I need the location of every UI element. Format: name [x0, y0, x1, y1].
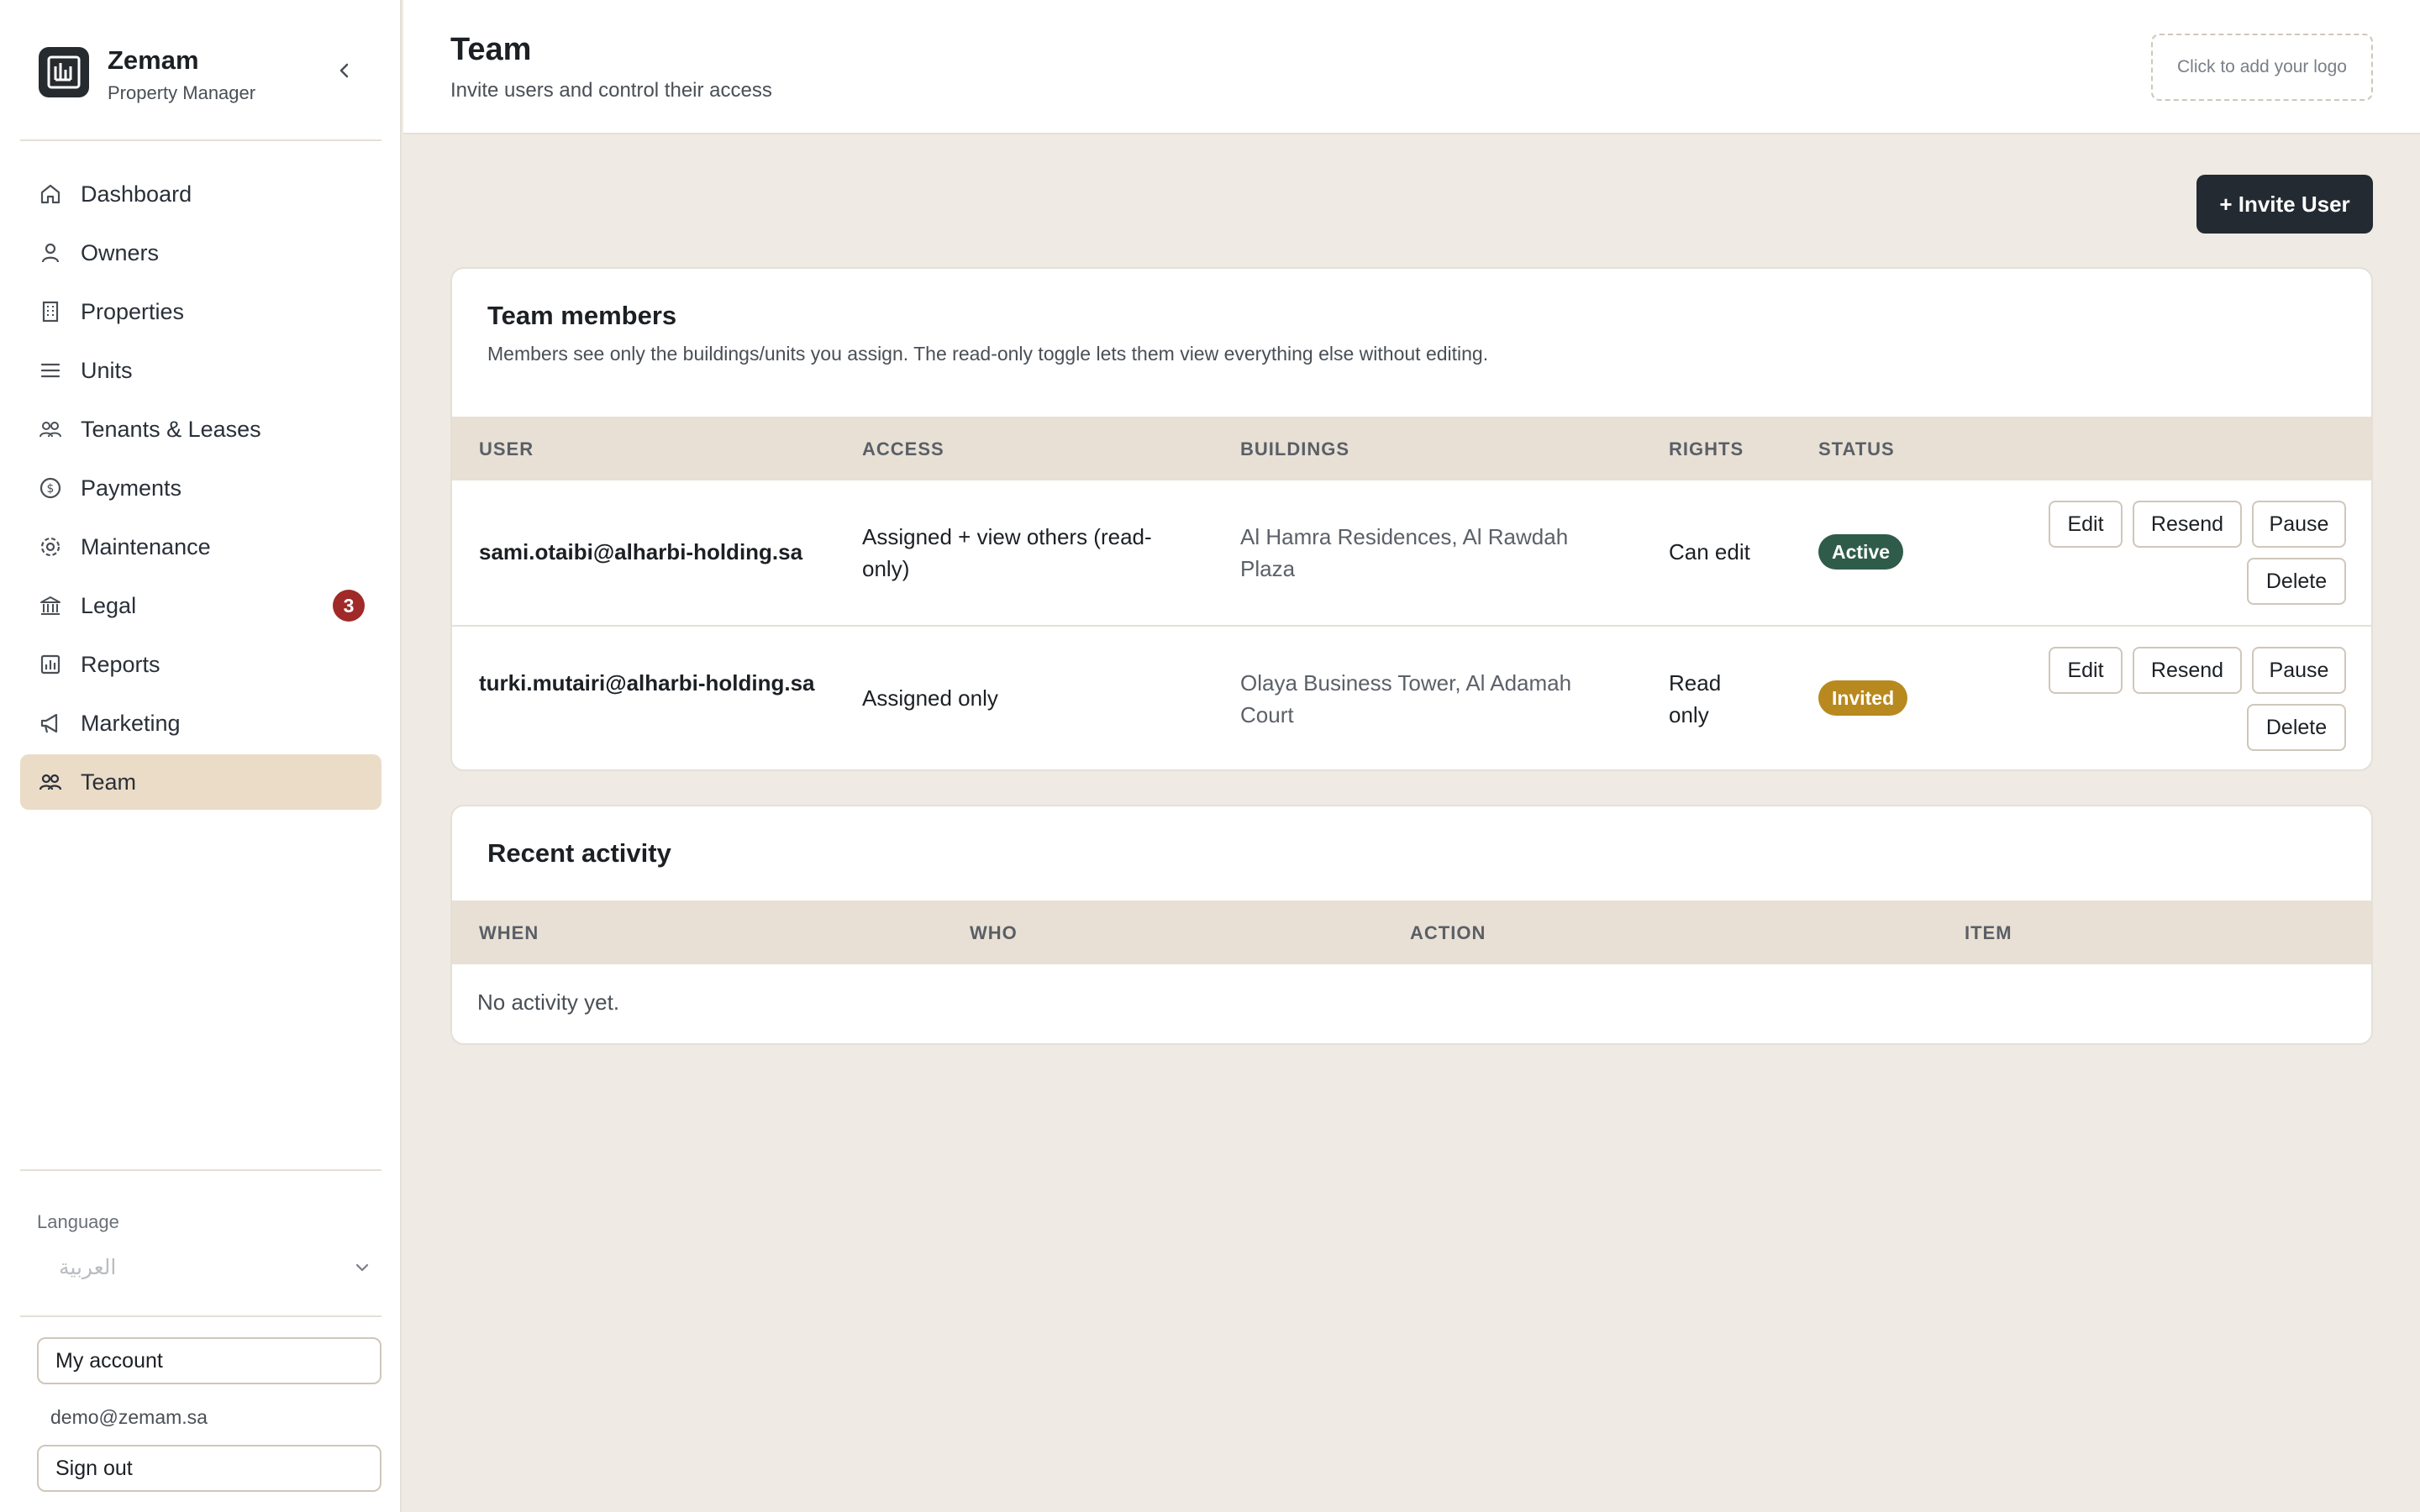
brand-logo-icon	[39, 47, 89, 97]
gear-icon	[37, 533, 64, 560]
column-header: ACTION	[1410, 922, 1486, 943]
home-icon	[37, 181, 64, 207]
language-label: Language	[37, 1211, 119, 1232]
team-members-card: Team members Members see only the buildi…	[450, 267, 2373, 771]
sidebar-divider	[20, 1169, 381, 1171]
sidebar-item-legal[interactable]: Legal 3	[20, 578, 381, 633]
sidebar-item-label: Properties	[81, 298, 185, 324]
brand: Zemam Property Manager	[39, 45, 383, 106]
sidebar-item-label: Tenants & Leases	[81, 416, 261, 442]
language-value: العربية	[59, 1256, 117, 1279]
team-members-title: Team members	[487, 301, 677, 330]
recent-activity-card: Recent activity WHEN WHO ACTION ITEM No …	[450, 805, 2373, 1045]
sidebar-item-marketing[interactable]: Marketing	[20, 696, 381, 751]
collapse-sidebar-button[interactable]	[329, 55, 360, 86]
team-icon	[37, 769, 64, 795]
brand-name: Zemam	[108, 45, 199, 75]
recent-activity-title: Recent activity	[487, 838, 671, 868]
table-row: sami.otaibi@alharbi-holding.sa Assigned …	[452, 480, 2371, 627]
sidebar-item-team[interactable]: Team	[20, 754, 381, 810]
sidebar-item-units[interactable]: Units	[20, 343, 381, 398]
delete-button[interactable]: Delete	[2247, 558, 2346, 605]
sidebar-divider	[20, 1315, 381, 1317]
user-email-cell: turki.mutairi@alharbi-holding.sa	[479, 670, 815, 696]
column-header: ACCESS	[862, 438, 944, 459]
sidebar-item-label: Team	[81, 769, 137, 795]
sidebar: Zemam Property Manager Dashboard Owners …	[0, 0, 402, 1512]
resend-button[interactable]: Resend	[2133, 647, 2242, 694]
edit-button[interactable]: Edit	[2049, 647, 2123, 694]
sign-out-button[interactable]: Sign out	[37, 1445, 381, 1492]
team-members-description: Members see only the buildings/units you…	[487, 343, 1489, 365]
my-account-button[interactable]: My account	[37, 1337, 381, 1384]
chart-icon	[37, 651, 64, 678]
column-header: RIGHTS	[1669, 438, 1744, 459]
page-subtitle: Invite users and control their access	[450, 79, 772, 102]
building-icon	[37, 298, 64, 325]
invite-user-button[interactable]: + Invite User	[2196, 175, 2373, 234]
language-select[interactable]: العربية	[37, 1250, 381, 1287]
sidebar-item-label: Dashboard	[81, 181, 192, 207]
sidebar-item-properties[interactable]: Properties	[20, 284, 381, 339]
sidebar-item-label: Payments	[81, 475, 182, 501]
brand-subtitle: Property Manager	[108, 82, 256, 103]
column-header: WHO	[970, 922, 1018, 943]
sidebar-item-owners[interactable]: Owners	[20, 225, 381, 281]
empty-state-text: No activity yet.	[477, 990, 620, 1015]
sidebar-item-label: Legal	[81, 592, 137, 618]
pause-button[interactable]: Pause	[2252, 501, 2346, 548]
list-icon	[37, 357, 64, 384]
rights-cell: Read only	[1669, 670, 1722, 727]
sidebar-item-dashboard[interactable]: Dashboard	[20, 166, 381, 222]
access-cell: Assigned only	[862, 685, 998, 711]
dollar-icon: $	[37, 475, 64, 501]
megaphone-icon	[37, 710, 64, 737]
sidebar-item-maintenance[interactable]: Maintenance	[20, 519, 381, 575]
edit-button[interactable]: Edit	[2049, 501, 2123, 548]
rights-cell: Can edit	[1669, 539, 1750, 564]
table-header: USER ACCESS BUILDINGS RIGHTS STATUS	[452, 417, 2371, 480]
status-badge: Invited	[1818, 680, 1908, 716]
column-header: USER	[479, 438, 534, 459]
sidebar-item-tenants-leases[interactable]: Tenants & Leases	[20, 402, 381, 457]
sidebar-item-label: Reports	[81, 651, 160, 677]
sidebar-nav: Dashboard Owners Properties Units Tenant…	[20, 166, 381, 813]
column-header: WHEN	[479, 922, 539, 943]
bank-icon	[37, 592, 64, 619]
page-title: Team	[450, 32, 532, 67]
buildings-cell: Olaya Business Tower, Al Adamah Court	[1240, 670, 1572, 727]
legal-count-badge: 3	[333, 590, 365, 622]
users-icon	[37, 416, 64, 443]
access-cell: Assigned + view others (read-only)	[862, 524, 1152, 581]
table-header: WHEN WHO ACTION ITEM	[452, 900, 2371, 964]
resend-button[interactable]: Resend	[2133, 501, 2242, 548]
column-header: ITEM	[1965, 922, 2012, 943]
sidebar-item-label: Owners	[81, 239, 160, 265]
add-logo-dropzone[interactable]: Click to add your logo	[2151, 34, 2373, 101]
sidebar-item-label: Marketing	[81, 710, 181, 736]
svg-text:$: $	[47, 482, 55, 496]
sidebar-item-reports[interactable]: Reports	[20, 637, 381, 692]
chevron-down-icon	[355, 1263, 369, 1272]
pause-button[interactable]: Pause	[2252, 647, 2346, 694]
user-email: demo@zemam.sa	[50, 1406, 208, 1428]
delete-button[interactable]: Delete	[2247, 704, 2346, 751]
sidebar-divider	[20, 139, 381, 141]
sidebar-item-label: Maintenance	[81, 533, 211, 559]
page-header: Team Invite users and control their acce…	[403, 0, 2420, 134]
table-row: turki.mutairi@alharbi-holding.sa Assigne…	[452, 627, 2371, 769]
chevron-left-icon	[339, 63, 349, 78]
status-badge: Active	[1818, 534, 1904, 570]
sidebar-item-label: Units	[81, 357, 133, 383]
sidebar-item-payments[interactable]: $ Payments	[20, 460, 381, 516]
user-email-cell: sami.otaibi@alharbi-holding.sa	[479, 539, 803, 564]
buildings-cell: Al Hamra Residences, Al Rawdah Plaza	[1240, 524, 1569, 581]
column-header: STATUS	[1818, 438, 1895, 459]
column-header: BUILDINGS	[1240, 438, 1349, 459]
user-icon	[37, 239, 64, 266]
